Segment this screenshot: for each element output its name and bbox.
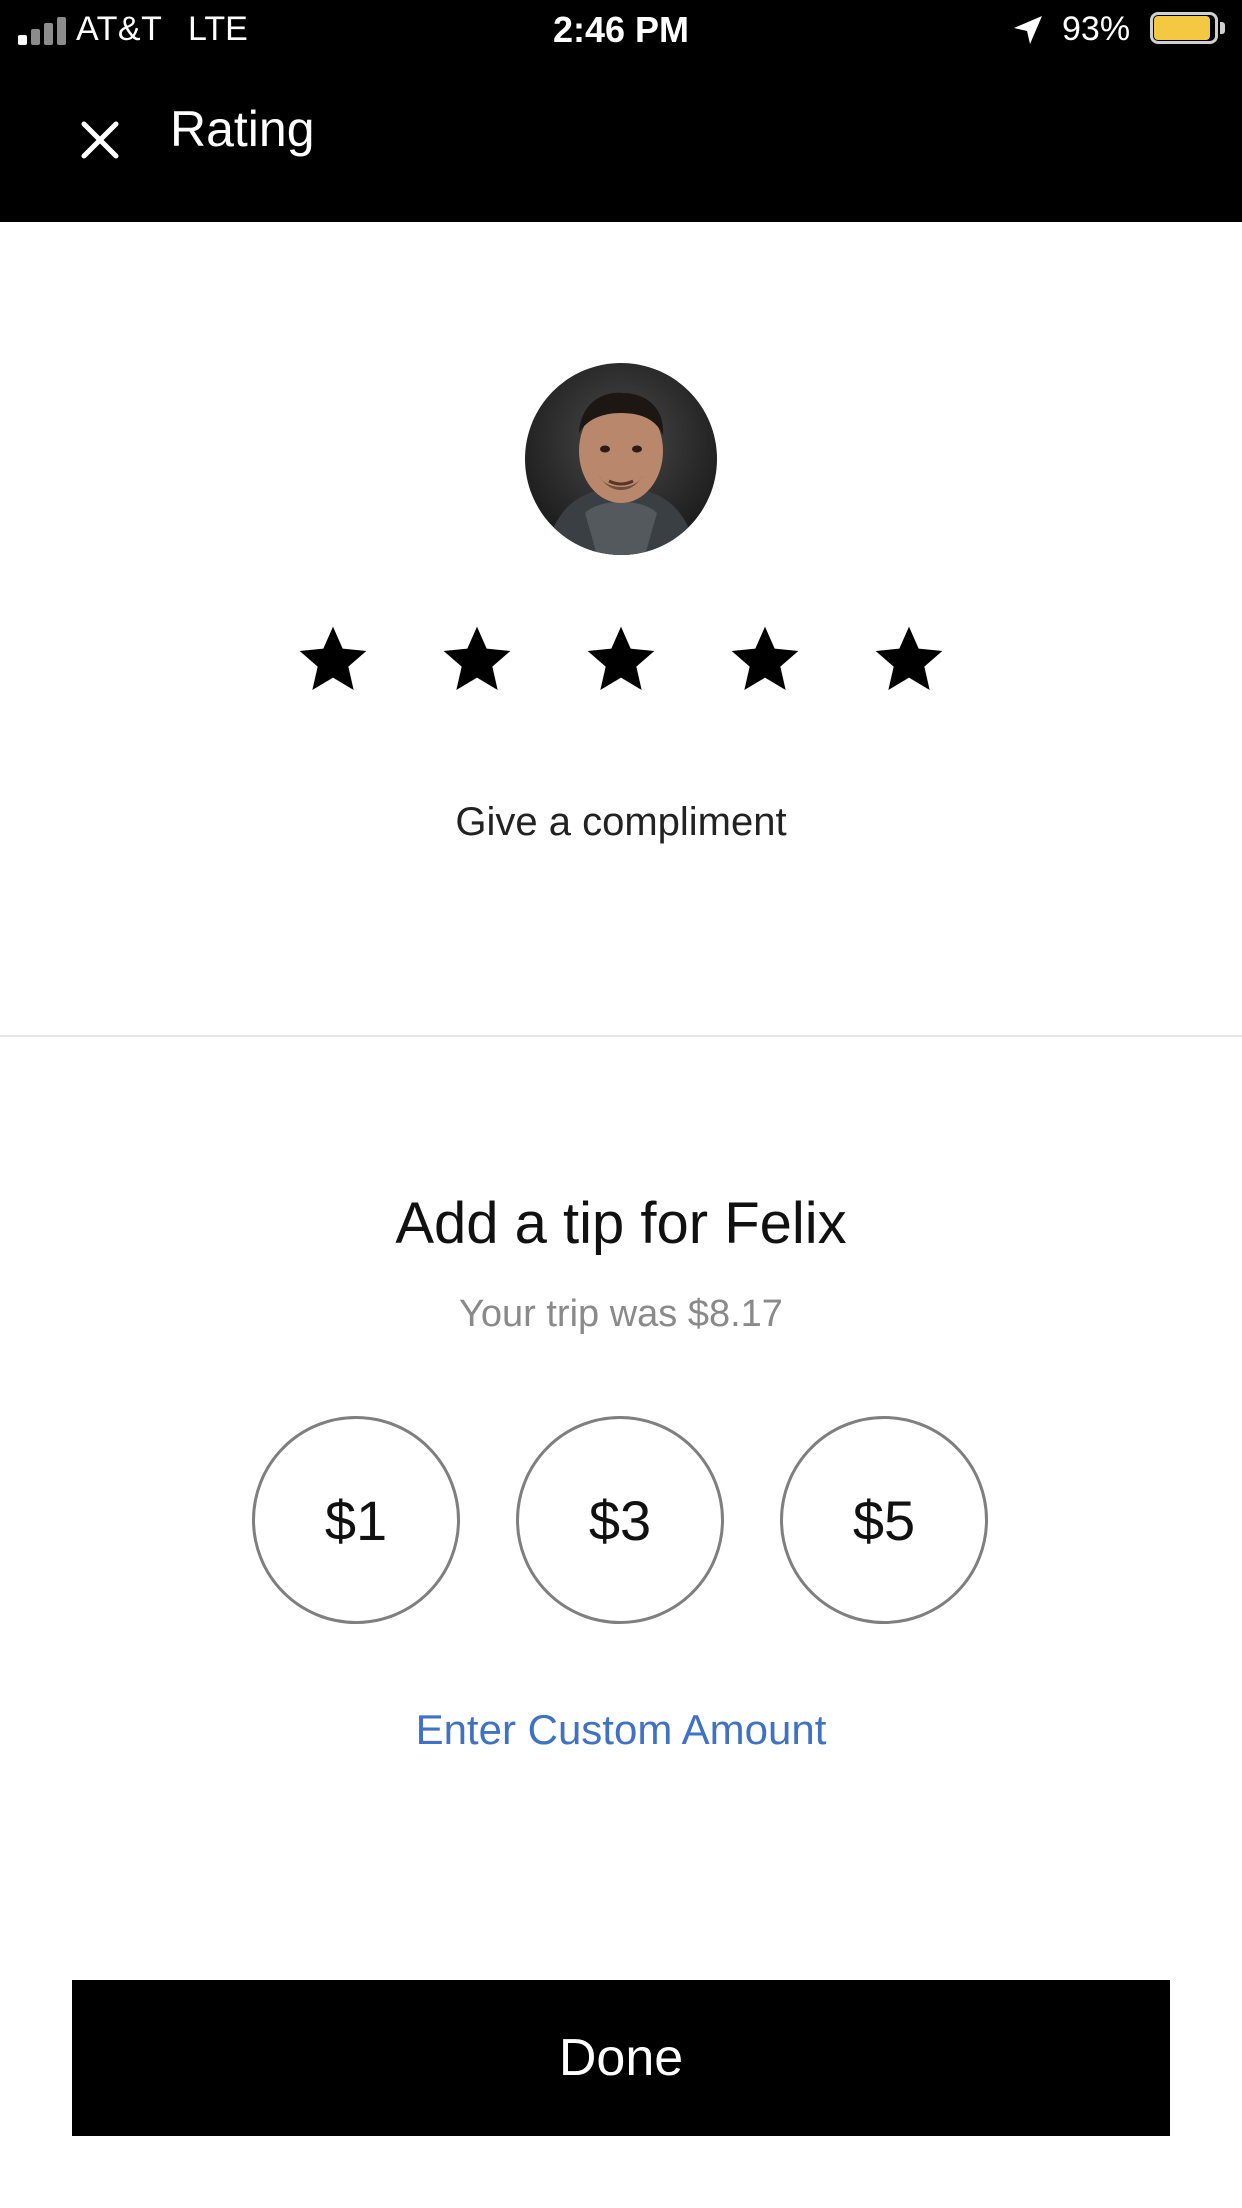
- star-1[interactable]: [283, 610, 383, 710]
- page-title: Rating: [170, 101, 315, 157]
- rating-screen: AT&T LTE 2:46 PM 93% Rating Give a compl…: [0, 0, 1242, 2208]
- battery-icon: [1150, 12, 1230, 48]
- star-rating: [0, 610, 1242, 720]
- nav-bar: Rating: [0, 62, 1242, 222]
- driver-avatar: [525, 363, 717, 555]
- star-5[interactable]: [859, 610, 959, 710]
- star-icon: [299, 626, 367, 690]
- star-icon: [587, 626, 655, 690]
- star-4[interactable]: [715, 610, 815, 710]
- done-button[interactable]: Done: [72, 1980, 1170, 2136]
- section-divider: [0, 1035, 1242, 1037]
- star-3[interactable]: [571, 610, 671, 710]
- tip-title: Add a tip for Felix: [395, 1191, 847, 1256]
- star-2[interactable]: [427, 610, 527, 710]
- star-icon: [731, 626, 799, 690]
- tip-option-1[interactable]: $1: [252, 1416, 460, 1624]
- status-time: 2:46 PM: [552, 9, 690, 50]
- give-compliment-link[interactable]: Give a compliment: [0, 800, 1242, 845]
- star-icon: [875, 626, 943, 690]
- enter-custom-amount-link[interactable]: Enter Custom Amount: [0, 1706, 1242, 1754]
- star-icon: [443, 626, 511, 690]
- close-icon: [81, 121, 119, 159]
- battery-percent: 93%: [1062, 10, 1131, 48]
- header: AT&T LTE 2:46 PM 93% Rating: [0, 0, 1242, 222]
- location-arrow-icon: [1014, 16, 1042, 44]
- status-bar: AT&T LTE 2:46 PM 93%: [0, 0, 1242, 62]
- tip-option-5[interactable]: $5: [780, 1416, 988, 1624]
- trip-fare-text: Your trip was $8.17: [459, 1293, 783, 1335]
- tip-option-3[interactable]: $3: [516, 1416, 724, 1624]
- close-button[interactable]: [62, 102, 138, 178]
